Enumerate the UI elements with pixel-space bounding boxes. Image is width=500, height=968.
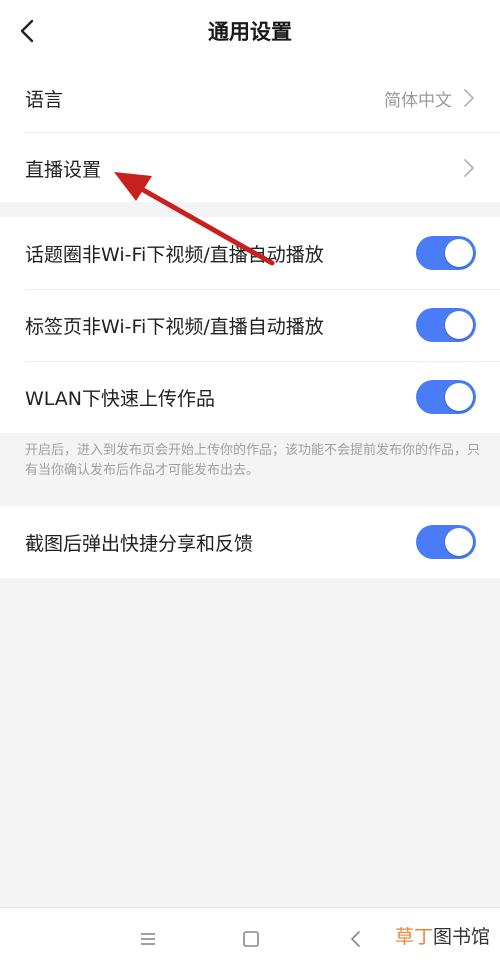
watermark-accent-text: 草丁 <box>394 926 433 948</box>
page-title: 通用设置 <box>208 20 292 44</box>
live-settings-label: 直播设置 <box>25 158 102 181</box>
toggle-row: 标签页非Wi-Fi下视频/直播自动播放 <box>0 289 500 361</box>
toggle-knob <box>445 528 473 556</box>
menu-icon[interactable] <box>137 928 159 950</box>
live-settings-row[interactable]: 直播设置 <box>0 132 500 204</box>
toggle-knob <box>445 383 473 411</box>
settings-group-autoplay: 话题圈非Wi-Fi下视频/直播自动播放 标签页非Wi-Fi下视频/直播自动播放 … <box>0 217 500 433</box>
toggle-row: 话题圈非Wi-Fi下视频/直播自动播放 <box>0 217 500 289</box>
language-value: 简体中文 <box>384 90 452 111</box>
toggle-knob <box>445 311 473 339</box>
language-row[interactable]: 语言 简体中文 <box>0 62 500 134</box>
wlan-upload-label: WLAN下快速上传作品 <box>25 387 216 410</box>
language-label: 语言 <box>25 88 64 111</box>
system-navbar: 草丁图书馆 <box>0 907 500 968</box>
screenshot-share-toggle[interactable] <box>416 525 476 559</box>
tab-autoplay-label: 标签页非Wi-Fi下视频/直播自动播放 <box>25 315 324 338</box>
settings-group-language-live: 语言 简体中文 直播设置 <box>0 62 500 202</box>
watermark-text: 图书馆 <box>432 926 490 948</box>
settings-group-screenshot: 截图后弹出快捷分享和反馈 <box>0 506 500 578</box>
screenshot-share-label: 截图后弹出快捷分享和反馈 <box>25 532 254 555</box>
top-app-bar: 通用设置 <box>0 0 500 62</box>
topic-autoplay-toggle[interactable] <box>416 236 476 270</box>
chevron-right-icon <box>464 89 474 107</box>
topic-autoplay-label: 话题圈非Wi-Fi下视频/直播自动播放 <box>25 243 324 266</box>
toggle-knob <box>445 239 473 267</box>
chevron-left-icon[interactable] <box>14 17 42 45</box>
tab-autoplay-toggle[interactable] <box>416 308 476 342</box>
upload-note-text: 开启后，进入到发布页会开始上传你的作品；该功能不会提前发布你的作品，只有当你确认… <box>25 443 481 478</box>
back-triangle-icon[interactable] <box>345 928 367 950</box>
chevron-right-icon <box>464 159 474 177</box>
home-square-icon[interactable] <box>240 928 262 950</box>
toggle-row: WLAN下快速上传作品 <box>0 361 500 433</box>
toggle-row: 截图后弹出快捷分享和反馈 <box>0 506 500 578</box>
watermark: 草丁图书馆 <box>395 922 490 949</box>
wlan-upload-toggle[interactable] <box>416 380 476 414</box>
